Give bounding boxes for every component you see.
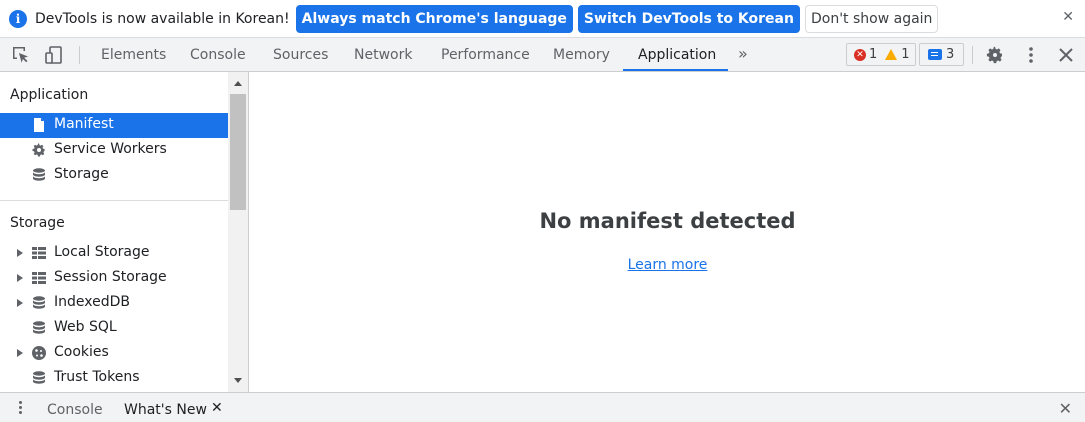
database-icon [33, 168, 45, 181]
expand-arrow-icon[interactable] [17, 249, 23, 257]
manifest-panel: No manifest detected Learn more [250, 72, 1085, 392]
info-icon: i [9, 9, 27, 28]
expand-arrow-icon[interactable] [17, 299, 23, 307]
sidebar-item-label: Service Workers [54, 141, 167, 157]
switch-language-button[interactable]: Switch DevTools to Korean [577, 4, 800, 33]
messages-counter[interactable]: 3 [919, 43, 964, 66]
application-sidebar: Application Manifest Service Workers Sto… [0, 72, 249, 392]
empty-state-title: No manifest detected [539, 209, 796, 233]
table-grid-icon [32, 247, 46, 259]
sidebar-item-label: Web SQL [54, 319, 117, 335]
error-icon: ✕ [854, 48, 866, 61]
more-options-icon[interactable] [1021, 45, 1041, 65]
database-icon [33, 296, 45, 309]
drawer-menu-icon[interactable] [19, 401, 22, 415]
table-grid-icon [32, 272, 46, 284]
sidebar-item-session-storage[interactable]: Session Storage [0, 266, 228, 291]
sidebar-scrollbar-thumb[interactable] [230, 94, 246, 210]
sidebar-item-label: Cookies [54, 344, 109, 360]
devtools-toolbar: Elements Console Sources Network Perform… [0, 38, 1085, 72]
device-toolbar-icon[interactable] [44, 45, 64, 65]
sidebar-item-web-sql[interactable]: Web SQL [0, 316, 228, 341]
sidebar-divider [0, 200, 228, 201]
message-icon [928, 49, 942, 60]
close-tab-icon[interactable]: ✕ [211, 400, 223, 416]
sidebar-item-label: Session Storage [54, 269, 167, 285]
dont-show-again-button[interactable]: Don't show again [804, 4, 939, 33]
tab-network[interactable]: Network [354, 38, 412, 72]
sidebar-item-label: IndexedDB [54, 294, 130, 310]
learn-more-wrapper: Learn more [250, 257, 1085, 273]
error-count: 1 [869, 47, 878, 62]
tab-sources[interactable]: Sources [273, 38, 328, 72]
sidebar-item-trust-tokens[interactable]: Trust Tokens [0, 366, 228, 391]
sidebar-item-indexeddb[interactable]: IndexedDB [0, 291, 228, 316]
scroll-up-arrow-icon[interactable] [234, 81, 242, 86]
close-drawer-icon[interactable]: ✕ [1059, 399, 1072, 418]
infobar-message: DevTools is now available in Korean! [35, 10, 290, 27]
infobar-close-icon[interactable]: ✕ [1062, 9, 1074, 25]
match-language-button[interactable]: Always match Chrome's language [295, 4, 573, 33]
tab-application[interactable]: Application [638, 38, 716, 72]
toolbar-divider [79, 46, 80, 64]
cookie-icon [32, 346, 46, 360]
warning-count: 1 [901, 47, 910, 62]
tab-console[interactable]: Console [190, 38, 246, 72]
sidebar-item-label: Storage [54, 166, 109, 182]
drawer-tab-console[interactable]: Console [47, 393, 103, 422]
drawer-tab-whats-new[interactable]: What's New [124, 393, 207, 422]
message-count: 3 [946, 47, 955, 62]
warning-icon [885, 49, 898, 60]
sidebar-item-label: Local Storage [54, 244, 150, 260]
sidebar-item-manifest[interactable]: Manifest [0, 113, 228, 138]
sidebar-item-storage-overview[interactable]: Storage [0, 163, 228, 188]
settings-gear-icon[interactable] [985, 45, 1005, 65]
gear-icon [32, 143, 45, 157]
close-devtools-icon[interactable] [1056, 45, 1076, 65]
expand-arrow-icon[interactable] [17, 349, 23, 357]
devtools-drawer: Console What's New ✕ ✕ [0, 392, 1085, 422]
document-icon [34, 118, 44, 132]
sidebar-item-cookies[interactable]: Cookies [0, 341, 228, 366]
inspect-element-icon[interactable] [11, 45, 31, 65]
scroll-down-arrow-icon[interactable] [234, 378, 242, 383]
issues-counter[interactable]: ✕ 1 1 [846, 43, 916, 66]
language-infobar: i DevTools is now available in Korean! A… [0, 0, 1085, 38]
sidebar-header-application: Application [10, 87, 89, 103]
expand-arrow-icon[interactable] [17, 274, 23, 282]
tab-elements[interactable]: Elements [101, 38, 166, 72]
sidebar-header-storage: Storage [10, 215, 65, 231]
database-icon [33, 321, 45, 334]
sidebar-item-label: Manifest [54, 116, 114, 132]
learn-more-link[interactable]: Learn more [628, 257, 708, 273]
sidebar-item-local-storage[interactable]: Local Storage [0, 241, 228, 266]
toolbar-divider [972, 46, 973, 64]
tab-memory[interactable]: Memory [553, 38, 610, 72]
sidebar-item-service-workers[interactable]: Service Workers [0, 138, 228, 163]
more-tabs-chevron-icon[interactable]: » [738, 38, 748, 72]
sidebar-item-label: Trust Tokens [54, 369, 140, 385]
active-tab-indicator [623, 69, 728, 71]
database-icon [33, 371, 45, 384]
tab-performance[interactable]: Performance [441, 38, 530, 72]
